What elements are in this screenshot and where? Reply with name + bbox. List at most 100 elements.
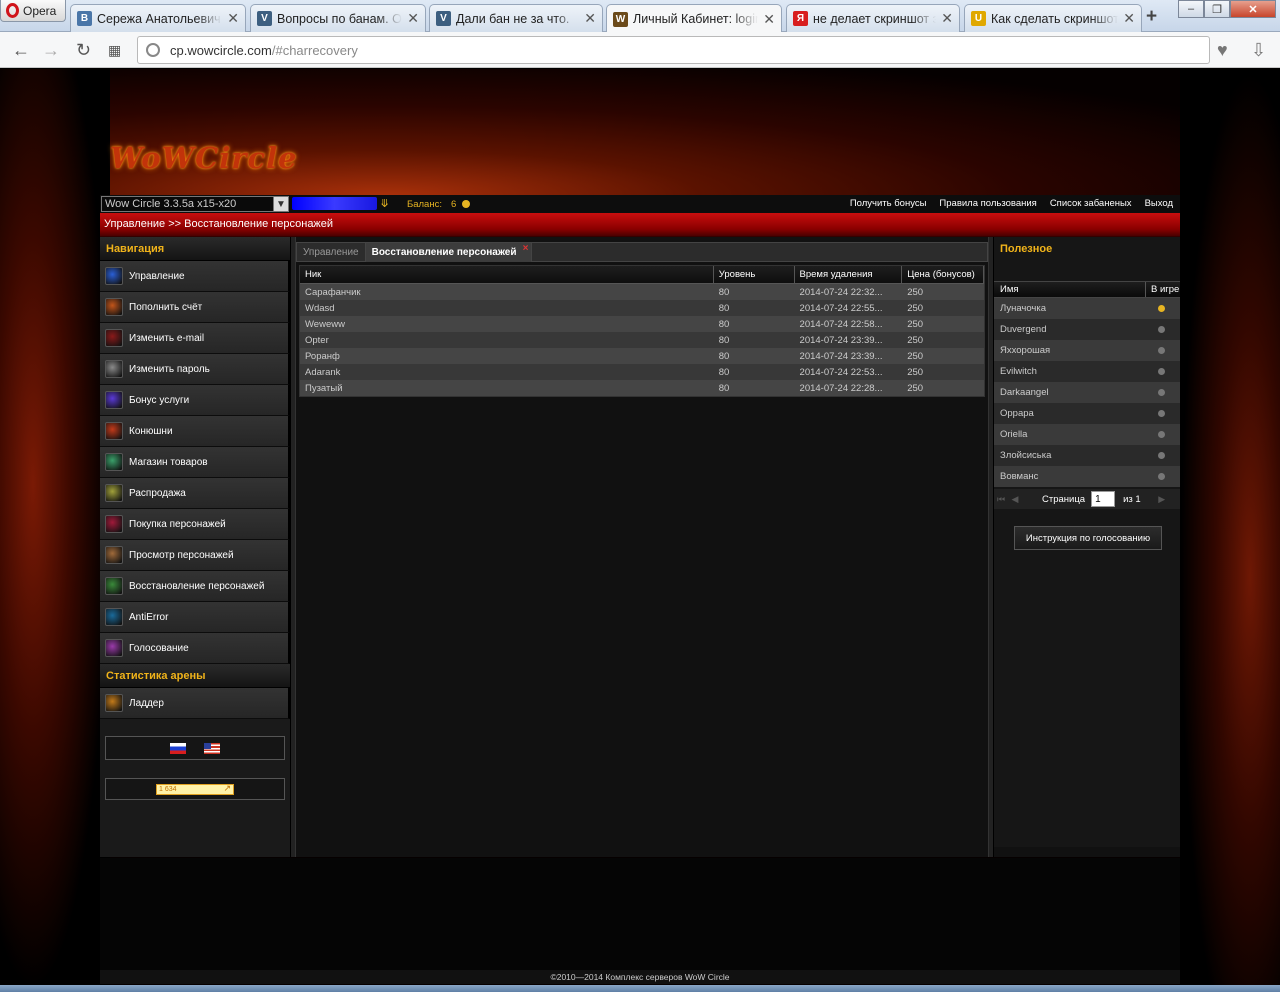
link-ban-list[interactable]: Список забаненых [1050, 198, 1132, 209]
download-icon[interactable]: ⇩ [1251, 40, 1266, 61]
nav-item-icon [105, 577, 123, 595]
language-switcher [105, 736, 285, 760]
nav-title: Навигация [100, 237, 290, 261]
table-row[interactable]: Пузатый 80 2014-07-24 22:28... 250 [300, 380, 984, 396]
nav-item[interactable]: Бонус услуги [100, 385, 290, 416]
speed-dial-icon[interactable]: ▦ [108, 42, 121, 59]
browser-tab[interactable]: V Вопросы по банам. Об ✕ [250, 4, 426, 32]
reload-icon[interactable]: ↻ [76, 40, 91, 61]
close-tab-icon[interactable]: ✕ [763, 11, 775, 28]
nav-item[interactable]: Управление [100, 261, 290, 292]
recovery-table: Ник Уровень Время удаления Цена (бонусов… [299, 265, 985, 397]
breadcrumb-bar: Управление >> Восстановление персонажей [100, 213, 1180, 237]
table-row[interactable]: Wdasd 80 2014-07-24 22:55... 250 [300, 300, 984, 316]
link-get-bonuses[interactable]: Получить бонусы [850, 198, 927, 209]
nav-item[interactable]: Магазин товаров [100, 447, 290, 478]
table-row[interactable]: Weweww 80 2014-07-24 22:58... 250 [300, 316, 984, 332]
vk-icon: B [77, 11, 92, 26]
table-row[interactable]: Сарафанчик 80 2014-07-24 22:32... 250 [300, 284, 984, 300]
browser-tab[interactable]: B Сережа Анатольевич ✕ [70, 4, 246, 32]
first-page-icon[interactable]: ⏮ [994, 494, 1008, 505]
tab-character-recovery[interactable]: Восстановление персонажей × [365, 243, 532, 262]
maximize-button[interactable]: ❐ [1204, 0, 1230, 18]
close-tab-icon[interactable]: ✕ [941, 10, 953, 27]
col-in-game[interactable]: В игре [1146, 282, 1180, 297]
heart-icon[interactable]: ♥ [1217, 40, 1228, 61]
russian-flag-icon[interactable] [170, 742, 186, 754]
browser-tab[interactable]: V Дали бан не за что. ✕ [429, 4, 603, 32]
tab-management[interactable]: Управление [297, 243, 366, 262]
table-cell: 250 [907, 350, 924, 362]
col-level[interactable]: Уровень [714, 266, 795, 283]
page-input[interactable]: 1 [1091, 491, 1116, 507]
nav-item[interactable]: AntiError [100, 602, 290, 633]
address-bar[interactable]: cp.wowcircle.com/#charrecovery [137, 36, 1210, 64]
list-item[interactable]: Вовманс [994, 466, 1180, 487]
table-cell: Opter [305, 334, 329, 346]
nav-item[interactable]: Пополнить счёт [100, 292, 290, 323]
arena-title: Статистика арены [100, 664, 290, 688]
list-item[interactable]: Darkaangel [994, 382, 1180, 403]
close-tab-icon[interactable]: ✕ [584, 10, 596, 27]
back-icon[interactable]: ← [12, 40, 30, 61]
opera-menu-button[interactable]: Opera [0, 0, 66, 22]
list-item[interactable]: Duvergend [994, 319, 1180, 340]
col-delete-time[interactable]: Время удаления [795, 266, 903, 283]
list-item[interactable]: Луначочка [994, 298, 1180, 319]
nav-item[interactable]: Распродажа [100, 478, 290, 509]
visit-counter[interactable]: 1 634 ↗ [156, 783, 234, 795]
site-info-icon[interactable] [146, 43, 160, 57]
nav-item-label: Просмотр персонажей [129, 549, 234, 561]
nav-item[interactable]: Изменить e-mail [100, 323, 290, 354]
nav-item[interactable]: Просмотр персонажей [100, 540, 290, 571]
browser-tab[interactable]: U Как сделать скриншот ✕ [964, 4, 1142, 32]
browser-tab[interactable]: W Личный Кабинет: login ✕ [606, 4, 782, 33]
table-row[interactable]: Роранф 80 2014-07-24 23:39... 250 [300, 348, 984, 364]
nav-item-label: Бонус услуги [129, 394, 190, 406]
forum-icon: V [257, 11, 272, 26]
chevron-down-icon[interactable]: ▼ [273, 196, 289, 212]
nav-item[interactable]: Голосование [100, 633, 290, 664]
nav-item[interactable]: Покупка персонажей [100, 509, 290, 540]
minimize-button[interactable]: – [1178, 0, 1204, 18]
nav-item-label: Конюшни [129, 425, 173, 437]
player-name: Darkaangel [1000, 387, 1049, 398]
realm-select[interactable]: Wow Circle 3.3.5a x15-x20 ▼ [101, 196, 289, 212]
col-nick[interactable]: Ник [300, 266, 714, 283]
table-row[interactable]: Opter 80 2014-07-24 23:39... 250 [300, 332, 984, 348]
list-item[interactable]: Evilwitch [994, 361, 1180, 382]
table-cell: 250 [907, 318, 924, 330]
player-name: Яххорошая [1000, 345, 1051, 356]
site-logo[interactable]: WoWCircle [110, 141, 298, 175]
list-item[interactable]: Злойсиська [994, 445, 1180, 466]
nav-item[interactable]: Восстановление персонажей [100, 571, 290, 602]
nav-item[interactable]: Конюшни [100, 416, 290, 447]
voting-instructions-button[interactable]: Инструкция по голосованию [1014, 526, 1162, 550]
link-rules[interactable]: Правила пользования [939, 198, 1036, 209]
online-table-header: Имя В игре [994, 281, 1180, 298]
prev-page-icon[interactable]: ◀ [1008, 494, 1022, 505]
windows-taskbar [0, 985, 1280, 992]
next-page-icon[interactable]: ▶ [1155, 494, 1169, 505]
forward-icon[interactable]: → [42, 40, 60, 61]
nav-item[interactable]: Ладдер [100, 688, 290, 719]
status-dot-icon [1158, 326, 1165, 333]
table-cell: 2014-07-24 23:39... [799, 334, 883, 346]
close-icon[interactable]: × [523, 243, 529, 254]
col-name[interactable]: Имя [994, 282, 1146, 297]
list-item[interactable]: Oppapa [994, 403, 1180, 424]
browser-tab[interactable]: Яне делает скриншот эк ✕ [786, 4, 960, 32]
nav-item-icon [105, 267, 123, 285]
nav-item[interactable]: Изменить пароль [100, 354, 290, 385]
us-flag-icon[interactable] [204, 742, 220, 754]
close-tab-icon[interactable]: ✕ [1123, 10, 1135, 27]
close-tab-icon[interactable]: ✕ [227, 10, 239, 27]
link-logout[interactable]: Выход [1145, 198, 1173, 209]
col-price[interactable]: Цена (бонусов) [902, 266, 984, 283]
list-item[interactable]: Яххорошая [994, 340, 1180, 361]
new-tab-button[interactable]: + [1146, 6, 1157, 28]
table-row[interactable]: Adarank 80 2014-07-24 22:53... 250 [300, 364, 984, 380]
close-tab-icon[interactable]: ✕ [407, 10, 419, 27]
close-window-button[interactable]: ✕ [1230, 0, 1276, 18]
list-item[interactable]: Oriella [994, 424, 1180, 445]
